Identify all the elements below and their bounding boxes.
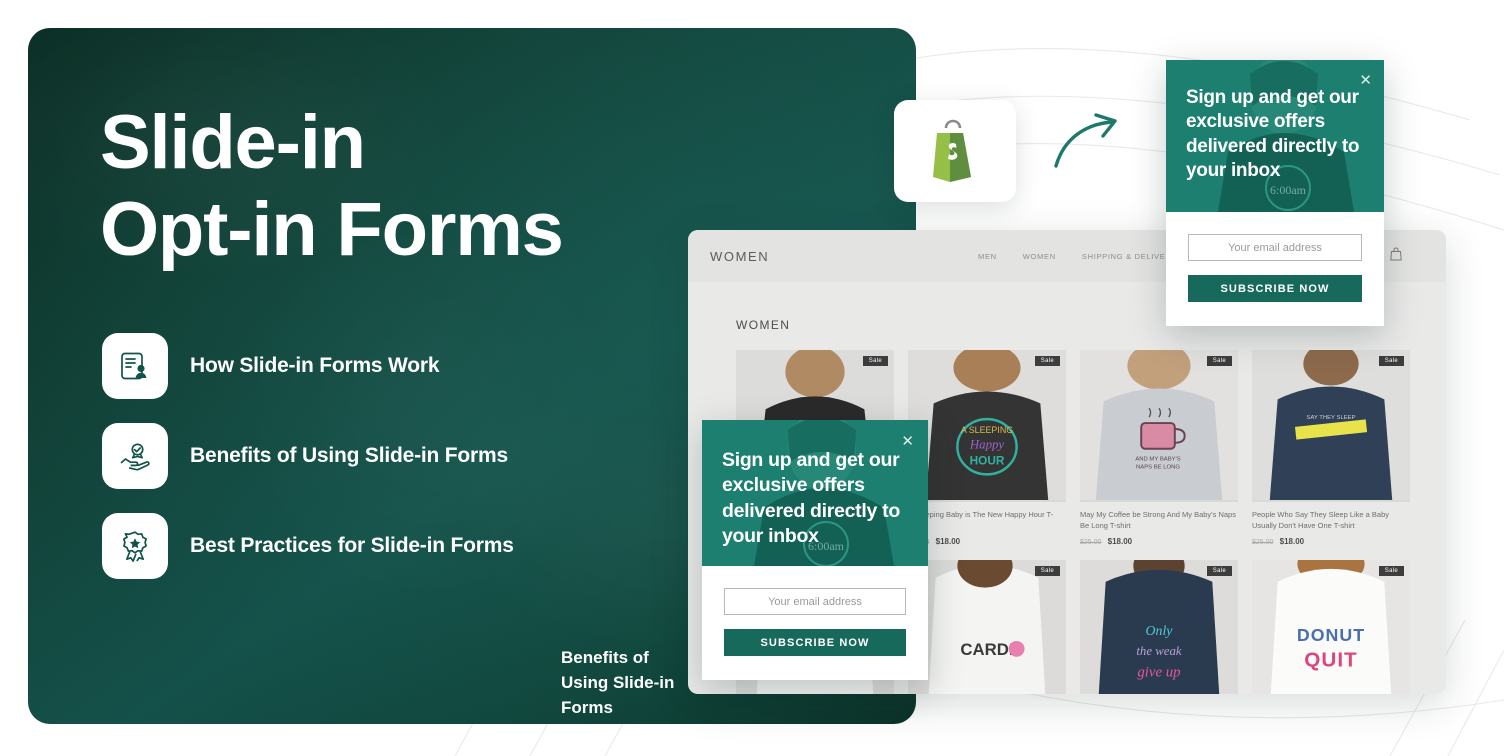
nav-item-shipping-delivery[interactable]: SHIPPING & DELIVERY — [1082, 252, 1177, 261]
popup-hero-image: 6:00am ✕ Sign up and get our exclusive o… — [702, 420, 928, 566]
shopify-bag-icon — [933, 119, 971, 182]
popup-headline: Sign up and get our exclusive offers del… — [1186, 87, 1360, 181]
sale-badge: Sale — [1034, 565, 1060, 576]
email-input[interactable] — [1188, 234, 1362, 261]
feature-list: How Slide-in Forms Work Benefits of Usin… — [102, 333, 514, 603]
product-title: A Sleeping Baby is The New Happy Hour T-… — [908, 510, 1054, 530]
svg-text:DONUT: DONUT — [1297, 624, 1365, 644]
product-title: May My Coffee be Strong And My Baby's Na… — [1080, 510, 1236, 531]
annotation-text: Benefits of Using Slide-in Forms — [561, 648, 675, 717]
svg-text:CARDI: CARDI — [960, 639, 1013, 658]
product-card[interactable]: A SLEEPING Happy HOUR Sale A Sleeping Ba… — [908, 350, 1066, 546]
product-thumbnail: A SLEEPING Happy HOUR Sale — [908, 350, 1066, 502]
product-old-price: $25.00 — [1080, 538, 1102, 546]
feature-item-how-slide-in-forms-work[interactable]: How Slide-in Forms Work — [102, 333, 514, 399]
feature-item-label: How Slide-in Forms Work — [190, 354, 440, 377]
product-price: $25.00 $18.00 — [1252, 537, 1410, 546]
page-title-line-1: Slide-in — [100, 100, 366, 185]
sale-badge: Sale — [1206, 356, 1232, 366]
slide-in-popup-top: 6:00am ✕ Sign up and get our exclusive o… — [1166, 60, 1384, 326]
sale-badge: Sale — [1378, 565, 1404, 576]
close-icon[interactable]: ✕ — [1359, 73, 1372, 88]
product-new-price: $18.00 — [1107, 536, 1133, 546]
svg-text:NAPS BE LONG: NAPS BE LONG — [1136, 464, 1180, 470]
close-icon[interactable]: ✕ — [901, 434, 914, 449]
product-price: $25.00 $18.00 — [908, 537, 1066, 546]
product-thumbnail: CARDI Sale — [908, 559, 1066, 694]
product-card[interactable]: DONUT QUIT Sale Donut Quit T-shirt $25.0… — [1252, 559, 1410, 694]
popup-headline: Sign up and get our exclusive offers del… — [722, 449, 900, 548]
product-card[interactable]: AND MY BABY'S NAPS BE LONG Sale May My C… — [1080, 350, 1238, 546]
product-thumbnail: SAY THEY SLEEP Sale — [1252, 350, 1410, 502]
subscribe-button[interactable]: SUBSCRIBE NOW — [1188, 275, 1362, 302]
svg-text:give up: give up — [1137, 664, 1180, 680]
svg-text:A SLEEPING: A SLEEPING — [961, 425, 1013, 435]
feature-item-label: Benefits of Using Slide-in Forms — [190, 444, 508, 467]
popup-hero-image: 6:00am ✕ Sign up and get our exclusive o… — [1166, 60, 1384, 212]
sale-badge: Sale — [1034, 356, 1060, 366]
feature-item-label: Best Practices for Slide-in Forms — [190, 534, 514, 557]
store-section-title: WOMEN — [736, 318, 791, 332]
subscribe-button[interactable]: SUBSCRIBE NOW — [724, 629, 906, 656]
product-card[interactable]: SAY THEY SLEEP Sale People Who Say They … — [1252, 350, 1410, 546]
svg-text:Happy: Happy — [969, 438, 1005, 452]
popup-form: SUBSCRIBE NOW — [1166, 212, 1384, 326]
product-title: People Who Say They Sleep Like a Baby Us… — [1252, 510, 1390, 531]
product-thumbnail: AND MY BABY'S NAPS BE LONG Sale — [1080, 350, 1238, 502]
product-new-price: $18.00 — [935, 536, 961, 546]
svg-text:the weak: the weak — [1136, 643, 1182, 657]
hand-badge-icon — [102, 423, 168, 489]
feature-item-benefits-of-using-slide-in-forms[interactable]: Benefits of Using Slide-in Forms — [102, 423, 514, 489]
feature-item-best-practices-for-slide-in-forms[interactable]: Best Practices for Slide-in Forms — [102, 513, 514, 579]
svg-text:SAY THEY SLEEP: SAY THEY SLEEP — [1306, 415, 1355, 421]
product-price: $25.00 $18.00 — [1080, 537, 1238, 546]
nav-item-women[interactable]: WOMEN — [1023, 252, 1056, 261]
svg-text:AND MY BABY'S: AND MY BABY'S — [1135, 457, 1180, 463]
product-card[interactable]: CARDI Sale Cardio T-shirt $25.00 $18.00 — [908, 559, 1066, 694]
document-person-icon — [102, 333, 168, 399]
award-star-icon — [102, 513, 168, 579]
product-thumbnail: Only the weak give up Sale — [1080, 559, 1238, 694]
product-card[interactable]: Only the weak give up Sale Only The Weak… — [1080, 559, 1238, 694]
nav-item-men[interactable]: MEN — [978, 252, 997, 261]
sale-badge: Sale — [1206, 565, 1232, 576]
slide-in-popup-main: 6:00am ✕ Sign up and get our exclusive o… — [702, 420, 928, 680]
svg-text:Only: Only — [1146, 623, 1174, 638]
sale-badge: Sale — [1378, 356, 1404, 366]
product-new-price: $18.00 — [1279, 536, 1305, 546]
email-input[interactable] — [724, 588, 906, 615]
svg-text:HOUR: HOUR — [970, 454, 1005, 468]
store-logo[interactable]: WOMEN — [710, 249, 769, 264]
product-thumbnail: DONUT QUIT Sale — [1252, 559, 1410, 694]
page-root: Slide-in Opt-in Forms How Slide-in Forms… — [0, 0, 1504, 756]
product-old-price: $25.00 — [1252, 538, 1274, 546]
flow-arrow-icon — [1054, 113, 1117, 168]
popup-form: SUBSCRIBE NOW — [702, 566, 928, 680]
svg-text:QUIT: QUIT — [1304, 648, 1357, 671]
shopping-bag-icon[interactable] — [1390, 247, 1402, 266]
sale-badge: Sale — [862, 356, 888, 366]
shopify-logo-card — [894, 100, 1016, 202]
